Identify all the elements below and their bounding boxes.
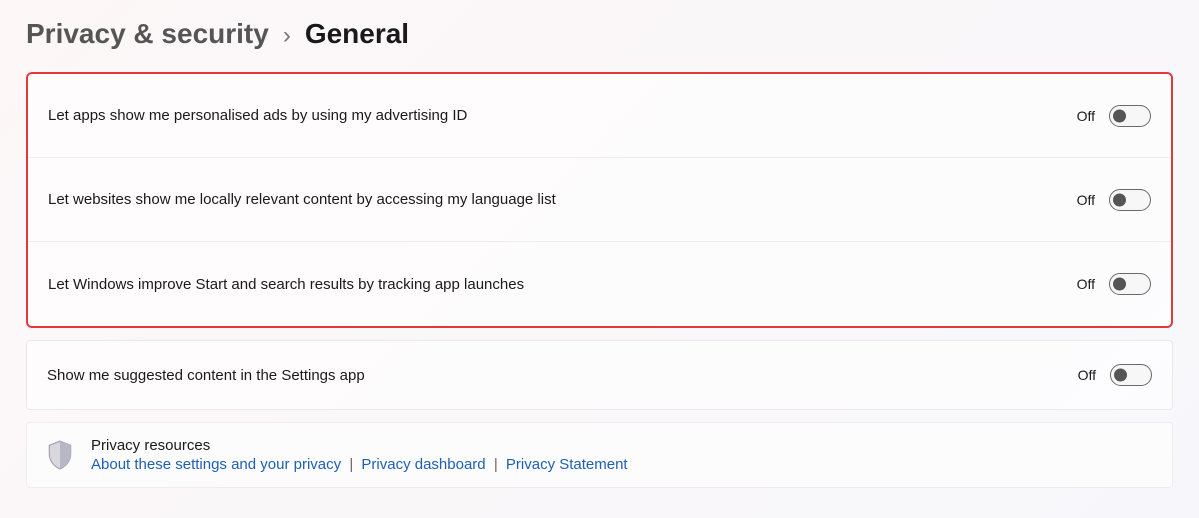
toggle-knob: [1113, 193, 1126, 206]
setting-label: Let websites show me locally relevant co…: [48, 191, 556, 208]
link-about-settings[interactable]: About these settings and your privacy: [91, 456, 341, 473]
toggle-state-text: Off: [1078, 367, 1096, 383]
page-title: General: [305, 18, 409, 50]
toggle-state-text: Off: [1077, 192, 1095, 208]
toggle-group: Off: [1077, 189, 1151, 211]
chevron-right-icon: ›: [283, 22, 291, 50]
breadcrumb: Privacy & security › General: [26, 18, 1173, 50]
toggle-state-text: Off: [1077, 108, 1095, 124]
link-privacy-dashboard[interactable]: Privacy dashboard: [361, 456, 485, 473]
toggle-group: Off: [1078, 364, 1152, 386]
breadcrumb-parent[interactable]: Privacy & security: [26, 18, 269, 50]
resources-links: About these settings and your privacy | …: [91, 456, 628, 473]
setting-language-list[interactable]: Let websites show me locally relevant co…: [28, 158, 1171, 242]
toggle-state-text: Off: [1077, 276, 1095, 292]
setting-label: Let Windows improve Start and search res…: [48, 276, 524, 293]
link-separator: |: [490, 456, 502, 473]
toggle-knob: [1113, 278, 1126, 291]
toggle-group: Off: [1077, 105, 1151, 127]
toggle-switch[interactable]: [1109, 189, 1151, 211]
privacy-resources-card: Privacy resources About these settings a…: [26, 422, 1173, 488]
link-separator: |: [345, 456, 357, 473]
toggle-group: Off: [1077, 273, 1151, 295]
toggle-knob: [1114, 369, 1127, 382]
toggle-switch[interactable]: [1109, 105, 1151, 127]
highlighted-settings-group: Let apps show me personalised ads by usi…: [26, 72, 1173, 328]
link-privacy-statement[interactable]: Privacy Statement: [506, 456, 628, 473]
toggle-switch[interactable]: [1110, 364, 1152, 386]
setting-app-launches[interactable]: Let Windows improve Start and search res…: [28, 242, 1171, 326]
setting-advertising-id[interactable]: Let apps show me personalised ads by usi…: [28, 74, 1171, 158]
setting-label: Show me suggested content in the Setting…: [47, 367, 365, 384]
setting-suggested-content[interactable]: Show me suggested content in the Setting…: [26, 340, 1173, 410]
toggle-knob: [1113, 109, 1126, 122]
shield-icon: [47, 440, 73, 470]
toggle-switch[interactable]: [1109, 273, 1151, 295]
setting-label: Let apps show me personalised ads by usi…: [48, 107, 467, 124]
resources-title: Privacy resources: [91, 437, 628, 454]
